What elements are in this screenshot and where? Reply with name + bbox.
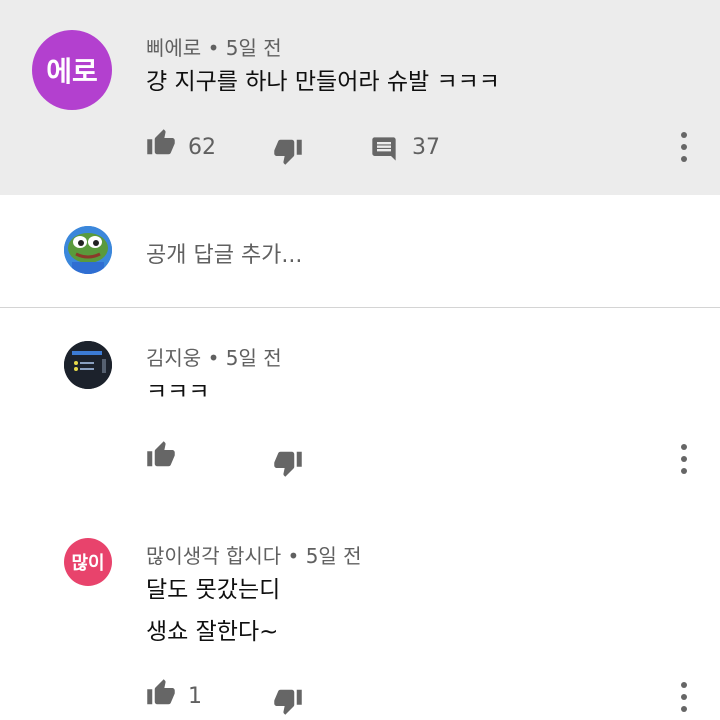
dislike-button[interactable]: [273, 448, 303, 478]
user-avatar: [64, 226, 112, 274]
comment-text: 걍 지구를 하나 만들어라 슈발 ㅋㅋㅋ: [146, 69, 500, 95]
like-count: 1: [188, 684, 202, 709]
avatar-initials: 에로: [46, 55, 98, 88]
comment-author[interactable]: 삐에로: [146, 36, 201, 60]
more-options-icon[interactable]: [680, 682, 688, 712]
meta-separator: •: [207, 36, 220, 60]
avatar[interactable]: 많이: [64, 538, 112, 586]
frog-avatar-icon: [64, 226, 112, 274]
comment-text-line: 생쇼 잘한다~: [146, 619, 279, 645]
avatar[interactable]: 에로: [32, 30, 112, 110]
more-options-icon[interactable]: [680, 132, 688, 162]
meta-separator: •: [287, 544, 300, 568]
like-button[interactable]: [146, 440, 176, 470]
comment-icon: [372, 137, 396, 161]
avatar-initials: 많이: [71, 553, 105, 574]
comment-meta: 김지웅 • 5일 전: [146, 342, 282, 371]
dislike-button[interactable]: [273, 686, 303, 716]
comment-author[interactable]: 김지웅: [146, 346, 201, 370]
like-count: 62: [188, 135, 216, 160]
highlighted-comment: 에로 삐에로 • 5일 전 걍 지구를 하나 만들어라 슈발 ㅋㅋㅋ 62 37: [0, 0, 720, 195]
comment-author[interactable]: 많이생각 합시다: [146, 544, 281, 568]
comment-time[interactable]: 5일 전: [226, 346, 282, 370]
divider: [0, 307, 720, 308]
dislike-button[interactable]: [273, 136, 303, 166]
thumbs-up-icon: [147, 129, 175, 155]
comment-time[interactable]: 5일 전: [306, 544, 362, 568]
thumbs-down-icon: [274, 451, 302, 477]
like-button[interactable]: [146, 128, 176, 158]
comment-meta: 많이생각 합시다 • 5일 전: [146, 540, 362, 569]
meta-separator: •: [207, 346, 220, 370]
avatar[interactable]: [64, 341, 112, 389]
thumbs-up-icon: [147, 441, 175, 467]
reply-input[interactable]: 공개 답글 추가...: [146, 237, 302, 269]
comment-text: ㅋㅋㅋ: [146, 379, 210, 405]
comment-text-line: 달도 못갔는디: [146, 577, 281, 603]
thumbs-up-icon: [147, 679, 175, 705]
thumbs-down-icon: [274, 689, 302, 715]
like-button[interactable]: [146, 678, 176, 708]
comment-time[interactable]: 5일 전: [226, 36, 282, 60]
more-options-icon[interactable]: [680, 444, 688, 474]
reply-count: 37: [412, 135, 440, 160]
comment-meta: 삐에로 • 5일 전: [146, 32, 282, 61]
photo-avatar-icon: [64, 341, 112, 389]
replies-button[interactable]: [370, 135, 398, 163]
thumbs-down-icon: [274, 139, 302, 165]
